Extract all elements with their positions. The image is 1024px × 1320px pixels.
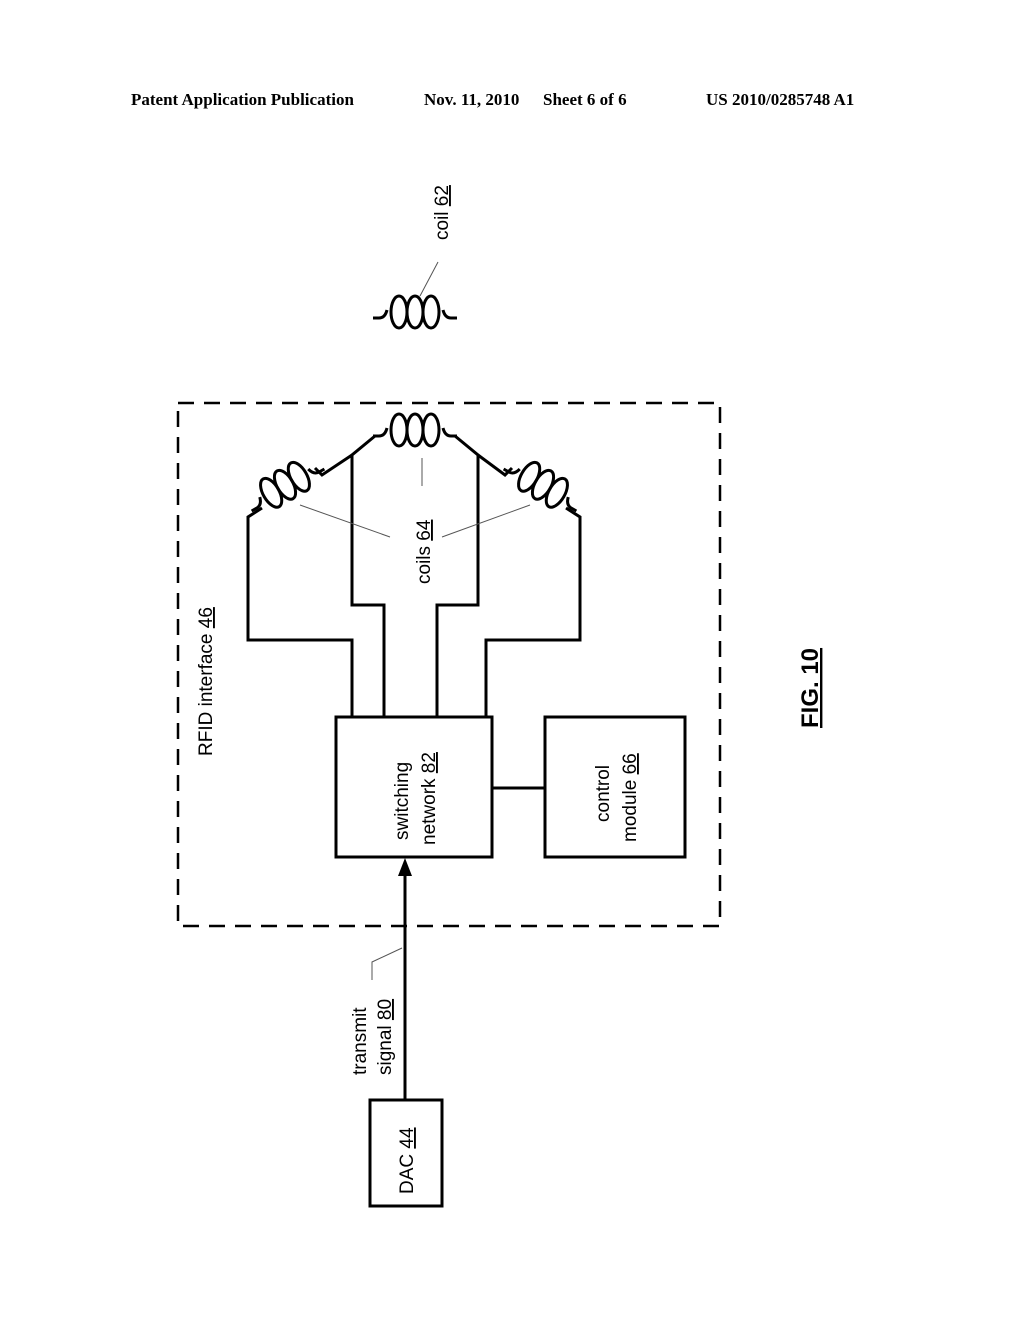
switching-network-block — [334, 715, 494, 859]
coil-62-leader — [419, 261, 439, 297]
transmit-signal-label-line2: signal 80 — [375, 999, 396, 1075]
coils-64-leader-left — [299, 504, 391, 538]
transmit-signal-leader — [371, 947, 403, 980]
coil-64-right — [497, 448, 589, 522]
switching-network-label-line1: switching — [392, 762, 413, 840]
rfid-interface-label: RFID interface 46 — [196, 607, 217, 756]
control-module-label-line1: control — [593, 765, 614, 822]
control-module-block — [543, 715, 687, 859]
switching-network-label-line2: network 82 — [419, 752, 440, 845]
dac-label: DAC 44 — [397, 1127, 418, 1194]
transmit-signal-label-line1: transmit — [350, 1007, 371, 1075]
coil-64-left — [239, 448, 331, 522]
coil-62 — [371, 294, 459, 330]
figure-diagram: coil 62 RFID interface 46 coils 64 switc… — [176, 185, 824, 1208]
control-module-label-line2: module 66 — [620, 753, 641, 842]
figure-label: FIG. 10 — [797, 648, 824, 728]
coil-62-label: coil 62 — [432, 185, 453, 240]
transmit-signal-arrowhead — [398, 858, 412, 876]
coils-64-leader-right — [441, 504, 531, 538]
coil-64-center — [371, 412, 459, 448]
coils-64-label: coils 64 — [414, 519, 435, 584]
